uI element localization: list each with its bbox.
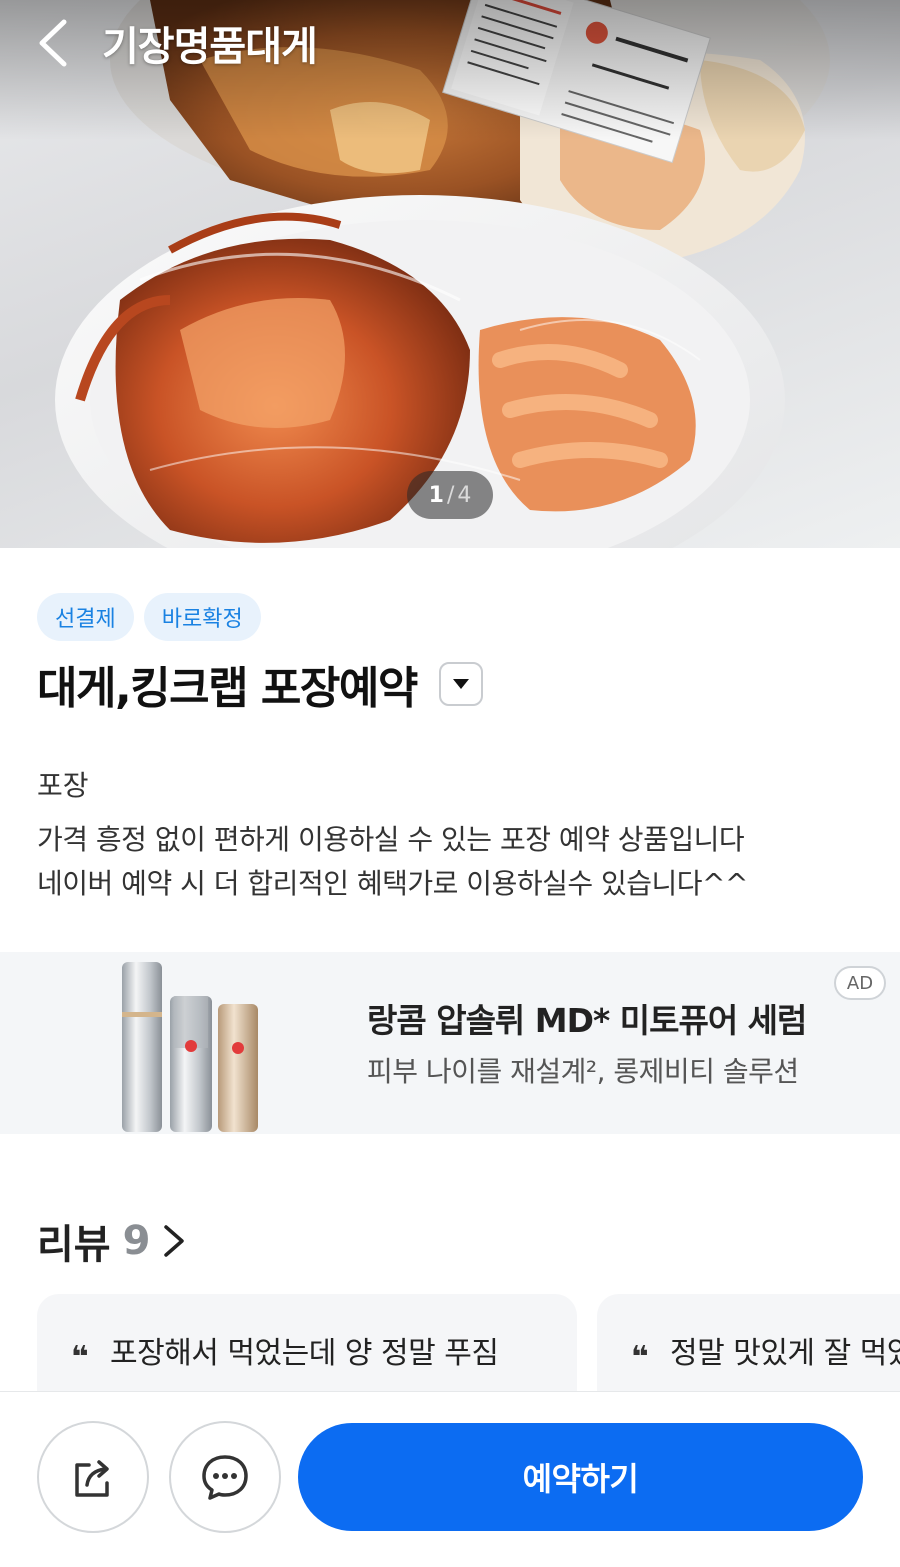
reviews-label: 리뷰 [37,1222,111,1268]
reviews-count: 9 [122,1218,151,1264]
product-description: 가격 흥정 없이 편하게 이용하실 수 있는 포장 예약 상품입니다 네이버 예… [37,818,867,906]
photo-counter-separator: / [446,482,455,508]
chat-bubble-icon [202,1455,248,1500]
ad-banner[interactable]: 랑콤 압솔뤼 MD* 미토퓨어 세럼 피부 나이를 재설계², 롱제비티 솔루션 [0,952,900,1134]
chevron-left-icon[interactable] [28,16,82,70]
photo-counter: 1 / 4 [407,471,493,519]
photo-counter-total: 4 [457,482,472,508]
ad-badge[interactable]: AD [834,966,886,1000]
photo-counter-current: 1 [428,482,444,508]
product-title-row: 대게,킹크랩 포장예약 [37,652,483,716]
hero-photo[interactable] [0,0,900,548]
tag-instant-confirm: 바로확정 [143,593,261,641]
review-text: 정말 맛있게 잘 먹었 [670,1336,900,1371]
chat-button[interactable] [169,1421,281,1533]
serum-bottles-image [122,962,258,1132]
description-line: 가격 흥정 없이 편하게 이용하실 수 있는 포장 예약 상품입니다 [37,823,745,856]
product-category: 포장 [37,769,89,802]
share-button[interactable] [37,1421,149,1533]
product-title: 대게,킹크랩 포장예약 [37,663,418,714]
chevron-right-icon [164,1225,185,1257]
quote-icon: ❝ [71,1340,89,1375]
reviews-header[interactable]: 리뷰 9 [37,1212,188,1270]
quote-icon: ❝ [631,1340,649,1375]
description-line: 네이버 예약 시 더 합리적인 혜택가로 이용하실수 있습니다^^ [37,867,748,900]
ad-subline: 피부 나이를 재설계², 롱제비티 솔루션 [367,1055,799,1088]
tag-prepayment: 선결제 [37,593,134,641]
ad-headline: 랑콤 압솔뤼 MD* 미토퓨어 세럼 [367,1001,807,1040]
share-icon [75,1460,109,1497]
page-title: 기장명품대게 [102,24,318,70]
review-text: 포장해서 먹었는데 양 정말 푸짐 [110,1336,499,1371]
product-dropdown-button[interactable] [438,662,483,706]
caret-down-icon [452,679,469,689]
product-tags: 선결제 바로확정 [37,593,261,641]
reserve-button[interactable]: 예약하기 [298,1423,863,1531]
